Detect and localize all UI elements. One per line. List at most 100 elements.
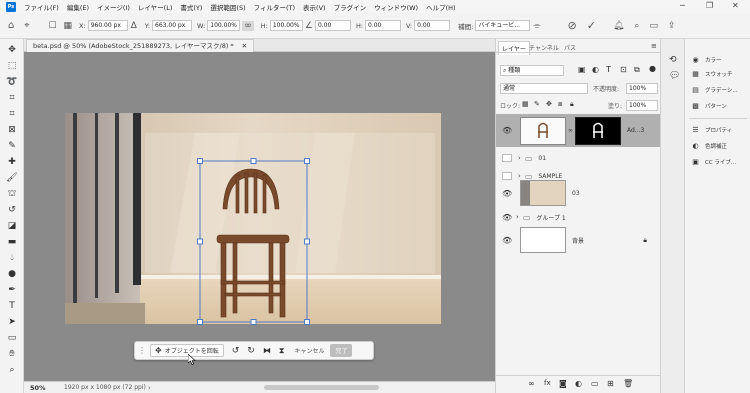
marquee-tool-icon[interactable]: ⬚ (5, 59, 19, 73)
workspace-icon[interactable]: ▭ (649, 21, 658, 31)
layer-name[interactable]: Ad...3 (627, 127, 644, 134)
layer-name[interactable]: 背景 (572, 236, 584, 245)
layer-row-adjustment[interactable]: 👁︎ ∞ Ad...3 (496, 114, 661, 147)
visibility-eye-icon[interactable]: 👁︎ (502, 236, 512, 245)
adjustment-layer-icon[interactable]: ◐ (575, 379, 582, 388)
lock-position-icon[interactable]: ✥ (546, 100, 552, 108)
maximize-icon[interactable]: ❐ (706, 1, 713, 10)
transform-handle-top-right[interactable] (304, 158, 310, 164)
comments-icon[interactable]: 💬︎ (669, 71, 680, 81)
menu-help[interactable]: ヘルプ(H) (422, 2, 459, 12)
frame-tool-icon[interactable]: ⊠ (5, 123, 19, 137)
horizontal-scrollbar[interactable] (264, 385, 379, 390)
move-tool-icon[interactable]: ✥ (5, 43, 19, 57)
close-window-icon[interactable]: ✕ (732, 1, 739, 10)
history-brush-tool-icon[interactable]: ↺ (5, 203, 19, 217)
lock-image-icon[interactable]: ✎ (534, 100, 540, 108)
visibility-eye-icon[interactable]: 👁︎ (502, 126, 512, 135)
pen-tool-icon[interactable]: ✒ (5, 283, 19, 297)
x-position-field[interactable]: 960.00 px (87, 20, 128, 31)
opacity-field[interactable]: 100% (626, 83, 658, 94)
transform-handle-right[interactable] (304, 238, 310, 245)
healing-brush-tool-icon[interactable]: ✚ (5, 155, 19, 169)
panel-swatches[interactable]: ▦ スウォッチ (691, 68, 747, 80)
v-skew-field[interactable]: 0.00 (414, 20, 451, 31)
gradient-tool-icon[interactable]: ▬ (5, 235, 19, 249)
clone-stamp-tool-icon[interactable]: ⛫ (5, 187, 19, 201)
flip-horizontal-icon[interactable]: ⧓ (263, 346, 271, 355)
panel-gradients[interactable]: ▤ グラデーシ... (691, 84, 747, 96)
h-skew-field[interactable]: 0.00 (365, 20, 402, 31)
commit-transform-icon[interactable]: ✓ (587, 19, 596, 32)
new-layer-icon[interactable]: ⊞ (607, 379, 614, 388)
filter-toggle-icon[interactable]: ● (649, 64, 656, 73)
fx-icon[interactable]: fx (544, 379, 551, 387)
flip-vertical-icon[interactable]: ⧗ (279, 346, 285, 356)
menu-edit[interactable]: 編集(E) (63, 2, 93, 12)
layer-row-03[interactable]: 👁︎ 03 (496, 178, 661, 208)
delta-icon[interactable]: ∆ (131, 21, 137, 31)
history-icon[interactable]: ⟲ (669, 55, 677, 65)
share-icon[interactable]: ⇪ (668, 21, 676, 31)
cancel-transform-icon[interactable]: ⊘ (568, 19, 577, 32)
visibility-eye-icon[interactable]: 👁︎ (502, 189, 512, 198)
menu-plugins[interactable]: プラグイン (330, 2, 371, 12)
layer-row-background[interactable]: 👁︎ 背景 🔒︎ (496, 225, 661, 255)
brush-tool-icon[interactable]: 🖌︎ (5, 171, 19, 185)
bell-icon[interactable]: 🔔︎ (613, 21, 624, 31)
chevron-right-icon[interactable]: › (516, 213, 519, 221)
layer-thumbnail[interactable] (520, 116, 566, 145)
transform-handle-bottom-left[interactable] (197, 319, 203, 325)
filter-shape-icon[interactable]: ⊡ (620, 65, 627, 74)
path-selection-tool-icon[interactable]: ➤ (5, 315, 19, 329)
status-arrow-icon[interactable]: › (148, 384, 151, 392)
layer-thumbnail[interactable] (520, 180, 566, 206)
add-mask-icon[interactable]: ◙ (559, 379, 567, 388)
visibility-eye-icon[interactable]: 👁︎ (502, 213, 512, 222)
width-field[interactable]: 100.00% (207, 20, 241, 31)
document-info[interactable]: 1920 px x 1080 px (72 ppi) (64, 384, 146, 391)
panel-cc-libraries[interactable]: ▣ CC ライブ... (691, 156, 747, 168)
lock-transparent-icon[interactable]: ▦ (522, 100, 529, 108)
blend-mode-select[interactable]: 通常 (500, 83, 588, 94)
filter-type-icon[interactable]: T (606, 65, 611, 74)
panel-properties[interactable]: ☰ プロパティ (691, 124, 747, 136)
layer-mask-thumbnail[interactable] (575, 116, 621, 145)
rectangle-tool-icon[interactable]: ▭ (5, 331, 19, 345)
eraser-tool-icon[interactable]: ◪ (5, 219, 19, 233)
layer-filter-select[interactable]: ⌕ 種類 (500, 65, 564, 76)
panel-adjustments[interactable]: ◐ 色調補正 (691, 140, 747, 152)
transform-handle-bottom[interactable] (250, 319, 257, 325)
zoom-level[interactable]: 50% (30, 384, 46, 392)
transform-handle-top[interactable] (250, 158, 257, 164)
menu-image[interactable]: イメージ(I) (93, 2, 134, 12)
height-field[interactable]: 100.00% (269, 20, 303, 31)
panel-menu-icon[interactable]: ≡ (651, 42, 657, 50)
menu-select[interactable]: 選択範囲(S) (206, 2, 249, 12)
minimize-icon[interactable]: ─ (680, 1, 685, 10)
reference-point-checkbox-icon[interactable]: ☐ (48, 21, 56, 31)
layer-thumbnail[interactable] (520, 227, 566, 253)
layer-name[interactable]: 01 (538, 155, 546, 162)
lock-all-icon[interactable]: 🔒︎ (570, 100, 574, 109)
menu-type[interactable]: 書式(Y) (176, 2, 206, 12)
menu-view[interactable]: 表示(V) (299, 2, 330, 12)
eyedropper-tool-icon[interactable]: ✎ (5, 139, 19, 153)
transform-handle-bottom-right[interactable] (304, 319, 310, 325)
close-tab-icon[interactable]: ✕ (242, 42, 247, 50)
document-tab[interactable]: beta.psd @ 50% (AdobeStock_251889273, レイ… (26, 39, 255, 52)
crop-tool-icon[interactable]: ⌗ (5, 107, 19, 121)
filter-smart-object-icon[interactable]: ⧉ (634, 65, 640, 75)
panel-patterns[interactable]: ▩ パターン (691, 100, 747, 112)
layer-name[interactable]: 03 (572, 190, 580, 197)
zoom-tool-icon[interactable]: ⌕ (5, 363, 19, 377)
type-tool-icon[interactable]: T (5, 299, 19, 313)
dodge-tool-icon[interactable]: ● (5, 267, 19, 281)
rotate-cw-icon[interactable]: ↻ (247, 346, 255, 356)
blur-tool-icon[interactable]: 💧︎ (5, 251, 19, 265)
menu-filter[interactable]: フィルター(T) (250, 2, 299, 12)
rotate-ccw-icon[interactable]: ↺ (232, 346, 240, 356)
drag-handle-icon[interactable]: ⋮ (138, 346, 146, 355)
link-layers-icon[interactable]: ∞ (528, 379, 535, 388)
menu-window[interactable]: ウィンドウ(W) (370, 2, 422, 12)
